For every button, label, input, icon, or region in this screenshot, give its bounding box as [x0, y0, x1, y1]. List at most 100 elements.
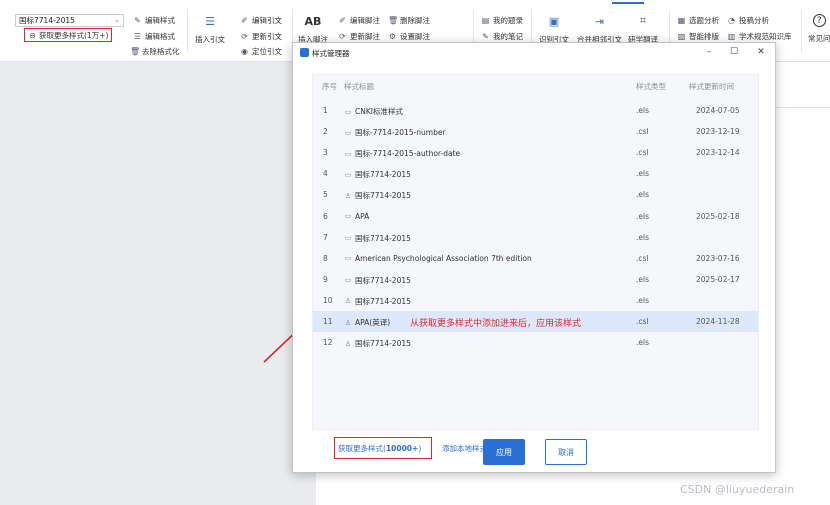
table-row[interactable]: 6 ▭ APA .els 2025-02-18 — [313, 206, 758, 227]
col-no-header: 序号 — [322, 82, 337, 91]
table-row[interactable]: 5 ♙ 国标7714-2015 .els — [313, 184, 758, 205]
get-more-link-prefix: 获取更多样式( — [338, 443, 386, 453]
watermark: CSDN @liuyuederain — [680, 483, 795, 496]
row-number: 3 — [323, 148, 328, 158]
doc-icon: ▭ — [344, 254, 352, 263]
row-title: 国标7714-2015 — [355, 275, 411, 285]
row-number: 7 — [323, 232, 328, 242]
app-logo-icon — [300, 48, 309, 57]
table-row[interactable]: 1 ▭ CNKI标准样式 .els 2024-07-05 — [313, 100, 758, 121]
user-icon: ♙ — [344, 297, 352, 306]
get-more-link-count: 10000+ — [385, 443, 419, 453]
row-type: .csl — [636, 317, 649, 326]
get-more-styles-link[interactable]: 获取更多样式(10000+) — [334, 437, 432, 459]
dialog-title: 样式管理器 — [312, 49, 350, 58]
doc-icon: ▭ — [344, 149, 352, 158]
row-type: .els — [636, 338, 649, 348]
table-row[interactable]: 9 ▭ 国标7714-2015 .els 2025-02-17 — [313, 269, 758, 290]
table-row[interactable]: 7 ▭ 国标7714-2015 .els — [313, 227, 758, 248]
row-number: 1 — [323, 106, 328, 115]
row-title-cell: ♙ 国标7714-2015 — [344, 338, 411, 349]
doc-icon: ▭ — [344, 234, 352, 243]
col-type-header: 样式类型 — [636, 82, 666, 91]
row-title: 国标7714-2015 — [355, 191, 411, 201]
dialog-title-bar: 样式管理器 – ☐ ✕ — [293, 43, 775, 62]
row-updated: 2023-12-14 — [696, 148, 740, 158]
style-manager-dialog: 样式管理器 – ☐ ✕ 序号 样式标题 样式类型 样式更新时间 1 ▭ CNKI标准… — [292, 42, 776, 473]
row-title-cell: ♙ 国标7714-2015 — [344, 190, 411, 201]
row-number: 12 — [323, 338, 333, 348]
row-type: .els — [636, 169, 649, 179]
row-title-cell: ▭ 国标7714-2015 — [344, 169, 411, 180]
row-title: APA — [355, 211, 370, 221]
row-number: 10 — [323, 295, 333, 305]
doc-icon: ▭ — [344, 212, 352, 220]
row-title: 国标-7714-2015-author-date — [355, 149, 461, 159]
doc-icon: ▭ — [344, 128, 352, 137]
row-type: .els — [636, 232, 649, 242]
row-title: American Psychological Association 7th e… — [355, 253, 532, 263]
row-number: 9 — [323, 274, 328, 284]
doc-icon: ▭ — [344, 276, 352, 285]
row-type: .csl — [636, 148, 649, 158]
row-title-cell: ▭ 国标7714-2015 — [344, 275, 411, 286]
row-updated: 2024-11-28 — [696, 317, 740, 326]
row-type: .csl — [636, 127, 649, 137]
row-title: 国标7714-2015 — [355, 233, 411, 243]
doc-icon: ▭ — [344, 107, 352, 116]
row-title-cell: ▭ 国标7714-2015 — [344, 233, 411, 244]
row-type: .els — [636, 106, 649, 115]
user-icon: ♙ — [344, 339, 352, 348]
row-title: 国标7714-2015 — [355, 339, 411, 349]
table-header: 序号 样式标题 样式类型 样式更新时间 — [313, 81, 758, 95]
close-icon[interactable]: ✕ — [754, 45, 768, 59]
row-title: 国标7714-2015 — [355, 296, 411, 306]
add-local-style-link[interactable]: 添加本地样式 — [442, 443, 487, 454]
row-number: 11 — [323, 317, 333, 326]
row-number: 4 — [323, 169, 328, 179]
row-title-cell: ▭ American Psychological Association 7th … — [344, 254, 532, 263]
table-row[interactable]: 10 ♙ 国标7714-2015 .els — [313, 290, 758, 311]
row-title-cell: ♙ APA(英译) — [344, 317, 390, 328]
row-number: 8 — [323, 253, 328, 263]
annotation-text: 从获取更多样式中添加进来后，应用该样式 — [410, 319, 582, 329]
row-title-cell: ▭ CNKI标准样式 — [344, 106, 403, 117]
row-title-cell: ▭ APA — [344, 211, 370, 221]
row-number: 2 — [323, 127, 328, 137]
row-type: .els — [636, 190, 649, 200]
table-row[interactable]: 12 ♙ 国标7714-2015 .els — [313, 332, 758, 353]
row-title: CNKI标准样式 — [355, 107, 403, 116]
row-title-cell: ♙ 国标7714-2015 — [344, 296, 411, 307]
row-type: .els — [636, 274, 649, 284]
row-updated: 2023-07-16 — [696, 253, 740, 263]
table-row[interactable]: 8 ▭ American Psychological Association 7th… — [313, 248, 758, 269]
row-title-cell: ▭ 国标-7714-2015-number — [344, 127, 446, 138]
minimize-icon[interactable]: – — [702, 45, 716, 59]
table-row[interactable]: 4 ▭ 国标7714-2015 .els — [313, 163, 758, 184]
col-updated-header: 样式更新时间 — [689, 82, 734, 91]
cancel-button[interactable]: 取消 — [545, 439, 587, 465]
row-updated: 2025-02-18 — [696, 211, 740, 221]
row-type: .csl — [636, 253, 649, 263]
style-table: 序号 样式标题 样式类型 样式更新时间 1 ▭ CNKI标准样式 .els 2024-0… — [312, 74, 759, 459]
row-number: 6 — [323, 211, 328, 221]
col-title-header: 样式标题 — [344, 82, 374, 91]
row-updated: 2024-07-05 — [696, 106, 740, 115]
user-icon: ♙ — [344, 318, 352, 327]
row-updated: 2025-02-17 — [696, 274, 740, 284]
get-more-link-suffix: ) — [418, 443, 422, 453]
row-updated: 2023-12-19 — [696, 127, 740, 137]
row-title: APA(英译) — [355, 318, 391, 327]
apply-button[interactable]: 应用 — [483, 439, 525, 465]
row-title: 国标-7714-2015-number — [355, 128, 446, 138]
doc-icon: ▭ — [344, 170, 352, 179]
maximize-icon[interactable]: ☐ — [727, 45, 741, 59]
table-row[interactable]: 3 ▭ 国标-7714-2015-author-date .csl 2023-12-14 — [313, 142, 758, 163]
table-row[interactable]: 2 ▭ 国标-7714-2015-number .csl 2023-12-19 — [313, 121, 758, 142]
row-type: .els — [636, 295, 649, 305]
row-number: 5 — [323, 190, 328, 200]
row-title-cell: ▭ 国标-7714-2015-author-date — [344, 148, 460, 159]
row-title: 国标7714-2015 — [355, 170, 411, 180]
row-type: .els — [636, 211, 649, 221]
user-icon: ♙ — [344, 191, 352, 200]
